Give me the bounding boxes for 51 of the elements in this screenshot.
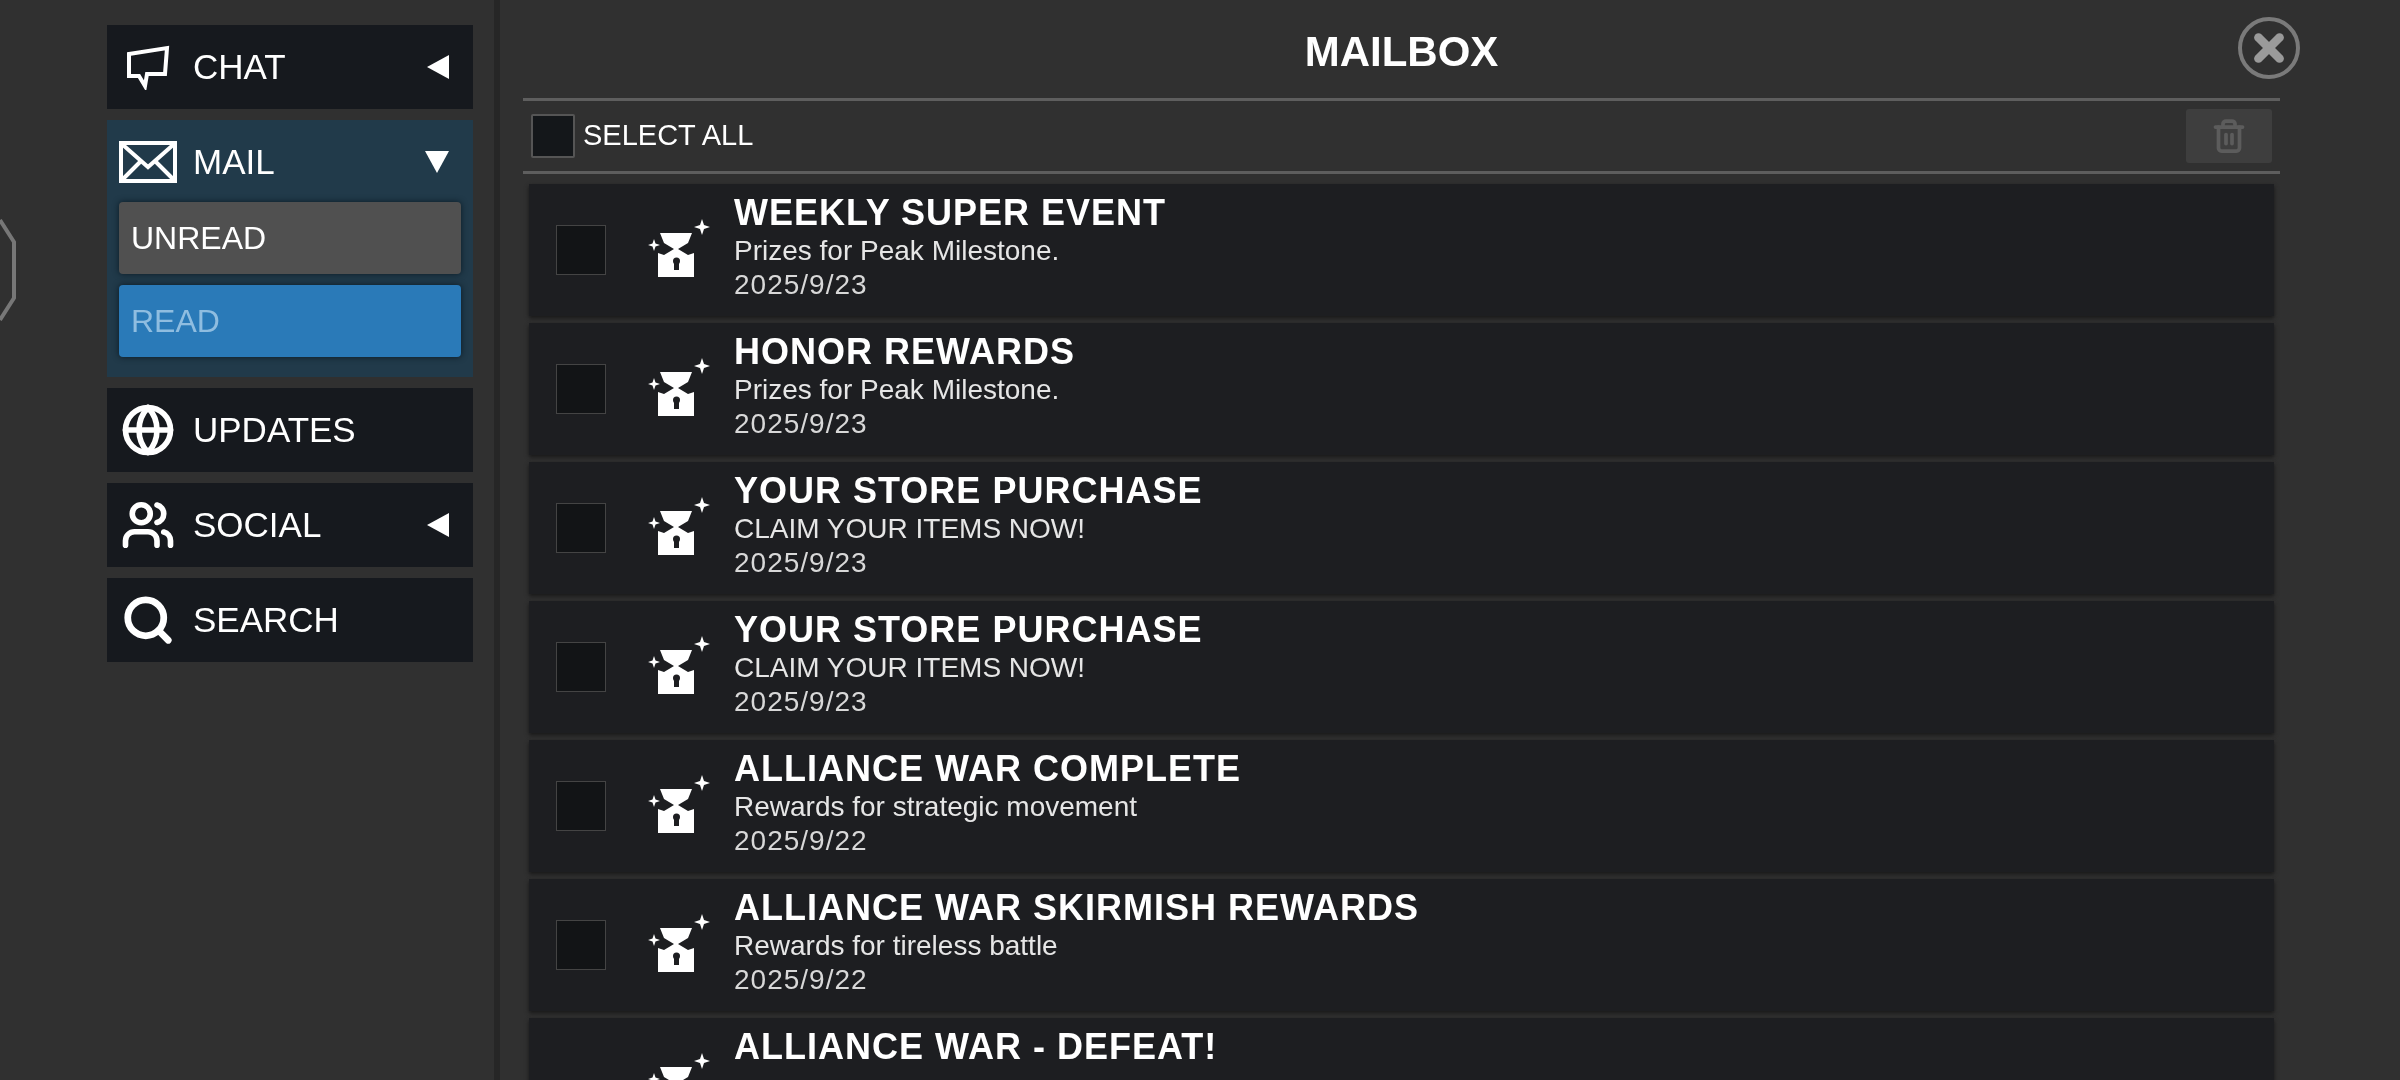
- mail-subtitle: CLAIM YOUR ITEMS NOW!: [734, 512, 1087, 546]
- menu-item[interactable]: UPDATES: [107, 388, 473, 472]
- mail-subtitle: Rewards for strategic movement: [734, 790, 1139, 824]
- menu-item[interactable]: SOCIAL: [107, 483, 473, 567]
- mail-subtitle: Prizes for Peak Milestone.: [734, 373, 1061, 407]
- mail-row[interactable]: YOUR STORE PURCHASE CLAIM YOUR ITEMS NOW! 2025/9/23: [529, 601, 2274, 733]
- menu-item[interactable]: CHAT: [107, 25, 473, 109]
- caret-down-icon: [425, 151, 449, 173]
- caret-left-icon: [427, 513, 449, 537]
- mail-title: ALLIANCE WAR SKIRMISH REWARDS: [734, 887, 1419, 929]
- mail-title: WEEKLY SUPER EVENT: [734, 192, 1167, 234]
- select-all-label: SELECT ALL: [583, 118, 754, 154]
- checkbox[interactable]: [556, 503, 606, 553]
- mail-date: 2025/9/23: [734, 407, 869, 441]
- checkbox[interactable]: [531, 114, 575, 158]
- mail-title: ALLIANCE WAR - DEFEAT!: [734, 1026, 1218, 1068]
- mail-date: 2025/9/22: [734, 963, 869, 997]
- mail-row[interactable]: ALLIANCE WAR SKIRMISH REWARDS Rewards for tireless battle 2025/9/22: [529, 879, 2274, 1011]
- mail-date: 2025/9/22: [734, 824, 869, 858]
- checkbox[interactable]: [556, 225, 606, 275]
- mail-date: 2025/9/23: [734, 268, 869, 302]
- mail-date: 2025/9/23: [734, 685, 869, 719]
- caret-left-icon: [427, 55, 449, 79]
- mail-subtitle: Rewards for tireless battle: [734, 929, 1059, 963]
- close-button[interactable]: [2238, 17, 2300, 79]
- mail-date: 2025/9/23: [734, 546, 869, 580]
- mail-row[interactable]: WEEKLY SUPER EVENT Prizes for Peak Milestone. 2025/9/23: [529, 184, 2274, 316]
- mail-title: YOUR STORE PURCHASE: [734, 609, 1203, 651]
- mail-subtitle: CLAIM YOUR ITEMS NOW!: [734, 651, 1087, 685]
- hexagon-frame-icon: [0, 218, 16, 322]
- mail-title: HONOR REWARDS: [734, 331, 1075, 373]
- filter-tab[interactable]: UNREAD: [119, 202, 461, 274]
- speech-bubble-icon: [125, 44, 171, 90]
- checkbox[interactable]: [556, 781, 606, 831]
- mail-subtitle: Prizes for Peak Milestone.: [734, 234, 1061, 268]
- trash-icon: [2211, 118, 2247, 154]
- mailbox-title: MAILBOX: [1304, 26, 1499, 77]
- checkbox[interactable]: [556, 364, 606, 414]
- globe-icon: [121, 403, 175, 457]
- mail-row[interactable]: ALLIANCE WAR COMPLETE Rewards for strategic movement 2025/9/22: [529, 740, 2274, 872]
- menu-item[interactable]: MAIL: [107, 120, 473, 204]
- mail-row[interactable]: HONOR REWARDS Prizes for Peak Milestone. 2025/9/23: [529, 323, 2274, 455]
- menu-item[interactable]: SEARCH: [107, 578, 473, 662]
- search-icon: [121, 593, 175, 647]
- checkbox[interactable]: [556, 920, 606, 970]
- checkbox[interactable]: [556, 642, 606, 692]
- mail-title: YOUR STORE PURCHASE: [734, 470, 1203, 512]
- envelope-icon: [119, 141, 177, 183]
- mail-row[interactable]: ALLIANCE WAR - DEFEAT!: [529, 1018, 2274, 1080]
- mail-title: ALLIANCE WAR COMPLETE: [734, 748, 1241, 790]
- mail-row[interactable]: YOUR STORE PURCHASE CLAIM YOUR ITEMS NOW! 2025/9/23: [529, 462, 2274, 594]
